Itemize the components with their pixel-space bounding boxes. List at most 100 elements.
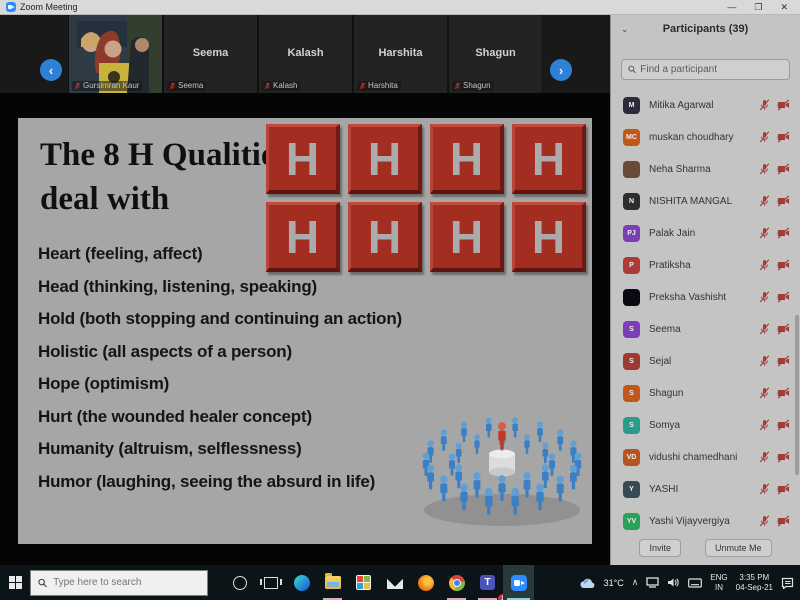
teams-button[interactable]: T 1 — [472, 565, 503, 600]
participant-avatar: S — [623, 353, 640, 370]
mic-muted-icon — [759, 163, 770, 175]
participant-avatar: PJ — [623, 225, 640, 242]
participant-avatar: S — [623, 417, 640, 434]
participant-avatar: S — [623, 321, 640, 338]
window-title: Zoom Meeting — [20, 2, 78, 12]
minimize-button[interactable]: — — [727, 0, 736, 15]
participant-search-box[interactable] — [621, 59, 790, 80]
participant-row[interactable]: S Somya — [611, 409, 800, 441]
slide-title: The 8 H Qualities deal with — [40, 134, 290, 221]
h-letter-block: H — [512, 124, 586, 194]
firefox-button[interactable] — [410, 565, 441, 600]
quality-list-item: Head (thinking, listening, speaking) — [38, 277, 402, 297]
mail-button[interactable] — [379, 565, 410, 600]
participants-header: ⌄ Participants (39) — [611, 15, 800, 45]
participant-name: Pratiksha — [649, 260, 759, 271]
h-letter-block: H — [512, 202, 586, 272]
zoom-meeting-window: Zoom Meeting — ❐ ✕ ‹ — [0, 0, 800, 600]
mic-muted-icon — [759, 451, 770, 463]
mic-muted-icon — [759, 387, 770, 399]
next-videos-button[interactable]: › — [550, 59, 572, 81]
video-off-icon — [777, 451, 790, 463]
task-view-button[interactable] — [255, 565, 286, 600]
invite-button[interactable]: Invite — [639, 539, 681, 557]
participant-name-label: Kalash — [287, 47, 323, 59]
mic-muted-icon — [74, 82, 81, 90]
clock[interactable]: 3:35 PM 04-Sep-21 — [736, 573, 773, 593]
network-icon[interactable] — [646, 577, 659, 588]
participants-scrollbar[interactable] — [795, 315, 799, 475]
participant-row[interactable]: YV Yashi Vijayvergiya — [611, 505, 800, 537]
participant-avatar: YV — [623, 513, 640, 530]
close-button[interactable]: ✕ — [780, 0, 788, 15]
video-tile[interactable]: Kalash Kalash — [258, 15, 353, 93]
participant-name-label: Shagun — [475, 47, 515, 59]
mic-muted-icon — [169, 82, 176, 90]
quality-list-item: Hold (both stopping and continuing an ac… — [38, 309, 402, 329]
temperature-readout[interactable]: 31°C — [604, 578, 624, 588]
edge-button[interactable] — [286, 565, 317, 600]
mic-muted-icon — [759, 99, 770, 111]
presentation-slide: The 8 H Qualities deal with HHHHHHHH Hea… — [18, 118, 592, 544]
mic-muted-icon — [759, 131, 770, 143]
participant-row[interactable]: Preksha Vashisht — [611, 281, 800, 313]
taskbar-search-input[interactable] — [53, 577, 200, 588]
language-indicator[interactable]: ENG IN — [710, 573, 727, 593]
participant-avatar: MC — [623, 129, 640, 146]
participant-row[interactable]: VD vidushi chamedhani — [611, 441, 800, 473]
participant-row[interactable]: P Pratiksha — [611, 249, 800, 281]
participant-row[interactable]: M Mitika Agarwal — [611, 89, 800, 121]
unmute-me-button[interactable]: Unmute Me — [705, 539, 772, 557]
participant-row[interactable]: Neha Sharma — [611, 153, 800, 185]
video-tile[interactable]: Shagun Shagun — [448, 15, 543, 93]
participant-row[interactable]: MC muskan choudhary — [611, 121, 800, 153]
participant-avatar — [623, 161, 640, 178]
participant-name: Seema — [649, 324, 759, 335]
tray-chevron-icon[interactable]: ∧ — [632, 577, 639, 588]
quality-list-item: Holistic (all aspects of a person) — [38, 342, 402, 362]
screen-share-stage: The 8 H Qualities deal with HHHHHHHH Hea… — [0, 93, 610, 565]
keyboard-icon[interactable] — [688, 578, 702, 588]
weather-icon[interactable] — [580, 577, 596, 589]
participant-name: Shagun — [649, 388, 759, 399]
mic-muted-icon — [759, 515, 770, 527]
quality-list-item: Humor (laughing, seeing the absurd in li… — [38, 472, 402, 492]
taskbar-search-box[interactable] — [30, 570, 208, 596]
cortana-button[interactable] — [224, 565, 255, 600]
participant-row[interactable]: Y YASHI — [611, 473, 800, 505]
mic-muted-icon — [264, 82, 271, 90]
video-tile[interactable]: Seema Seema — [163, 15, 258, 93]
video-off-icon — [777, 131, 790, 143]
participants-footer: Invite Unmute Me — [611, 539, 800, 557]
participant-avatar: P — [623, 257, 640, 274]
participant-avatar: N — [623, 193, 640, 210]
participant-row[interactable]: PJ Palak Jain — [611, 217, 800, 249]
participant-name: Somya — [649, 420, 759, 431]
participant-row[interactable]: S Shagun — [611, 377, 800, 409]
zoom-taskbar-button[interactable] — [503, 565, 534, 600]
participant-name: Palak Jain — [649, 228, 759, 239]
chrome-button[interactable] — [441, 565, 472, 600]
start-button[interactable] — [0, 565, 30, 600]
participant-name-tag: Gursimran Kaur — [83, 81, 139, 90]
participant-row[interactable]: N NISHITA MANGAL — [611, 185, 800, 217]
video-off-icon — [777, 195, 790, 207]
file-explorer-button[interactable] — [317, 565, 348, 600]
participant-row[interactable]: S Seema — [611, 313, 800, 345]
participant-avatar: S — [623, 385, 640, 402]
maximize-button[interactable]: ❐ — [754, 0, 762, 15]
quality-list-item: Hope (optimism) — [38, 374, 402, 394]
video-tile[interactable]: Harshita Harshita — [353, 15, 448, 93]
participant-name-label: Harshita — [378, 47, 422, 59]
microsoft-store-button[interactable] — [348, 565, 379, 600]
speaker-icon[interactable] — [667, 577, 680, 588]
participant-row[interactable]: S Sejal — [611, 345, 800, 377]
chrome-icon — [449, 575, 465, 591]
participant-search-input[interactable] — [640, 64, 783, 75]
mic-muted-icon — [454, 82, 461, 90]
action-center-icon[interactable] — [781, 577, 794, 589]
previous-videos-button[interactable]: ‹ — [40, 59, 62, 81]
teams-icon: T — [480, 575, 495, 590]
video-tile[interactable]: Gursimran Kaur Gursimran Kaur — [68, 15, 163, 93]
mic-muted-icon — [759, 291, 770, 303]
